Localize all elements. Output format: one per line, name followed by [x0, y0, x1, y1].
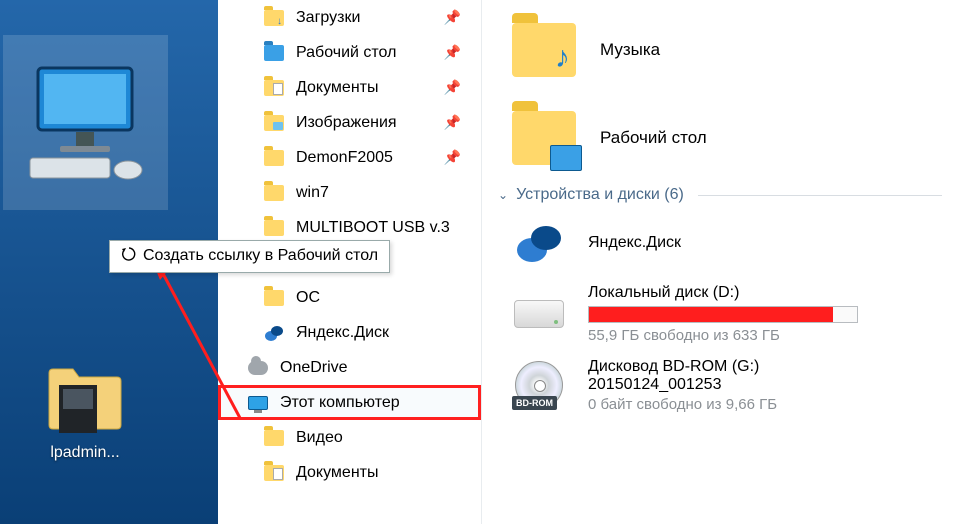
monitor-icon — [3, 35, 168, 210]
section-header-devices[interactable]: ⌄ Устройства и диски (6) — [498, 186, 942, 204]
folder-tile-music[interactable]: Музыка — [512, 10, 942, 90]
sidebar-item-label: ОС — [296, 289, 320, 307]
folder-label: Музыка — [600, 40, 660, 60]
sidebar-item-this-pc[interactable]: Этот компьютер — [218, 385, 481, 420]
folder-icon — [264, 463, 284, 483]
sidebar-item-0[interactable]: Загрузки 📌 — [218, 0, 481, 35]
sidebar-item-label: win7 — [296, 184, 329, 202]
desktop-icon-this-pc[interactable] — [0, 35, 170, 210]
device-free-text: 0 байт свободно из 9,66 ГБ — [588, 396, 942, 413]
sidebar-item-3[interactable]: Изображения 📌 — [218, 105, 481, 140]
folder-desktop-icon — [264, 43, 284, 63]
sidebar-item-label: Видео — [296, 429, 343, 447]
link-arrow-icon — [121, 246, 137, 267]
yandex-disk-icon — [264, 323, 284, 343]
sidebar-item-label: Документы — [296, 79, 378, 97]
device-disc[interactable]: BD-ROM Дисковод BD-ROM (G:)20150124_00125… — [512, 356, 942, 414]
disc-icon: BD-ROM — [512, 361, 566, 409]
drag-tooltip: Создать ссылку в Рабочий стол — [109, 240, 390, 273]
folder-docs-icon — [264, 78, 284, 98]
explorer-content: Музыка Рабочий стол ⌄ Устройства и диски … — [482, 0, 962, 524]
device-title: Дисковод BD-ROM (G:) — [588, 358, 942, 376]
device-yandex[interactable]: Яндекс.Диск — [512, 214, 942, 272]
sidebar-item-label: Документы — [296, 464, 378, 482]
divider — [698, 195, 942, 196]
yandex-disk-icon — [512, 219, 566, 267]
sidebar-item-9[interactable]: Яндекс.Диск — [218, 315, 481, 350]
sidebar-item-label: DemonF2005 — [296, 149, 393, 167]
monitor-icon — [248, 393, 268, 413]
pin-icon: 📌 — [444, 79, 461, 96]
desktop-icon-folder[interactable]: lpadmin... — [0, 360, 170, 462]
storage-bar — [588, 306, 858, 323]
pin-icon: 📌 — [444, 149, 461, 166]
bdrom-badge: BD-ROM — [512, 396, 557, 410]
sidebar-item-5[interactable]: win7 — [218, 175, 481, 210]
drive-icon — [512, 290, 566, 338]
pin-icon: 📌 — [444, 9, 461, 26]
pin-icon: 📌 — [444, 114, 461, 131]
device-drive[interactable]: Локальный диск (D:) 55,9 ГБ свободно из 6… — [512, 284, 942, 344]
folder-icon — [40, 360, 130, 440]
sidebar-item-4[interactable]: DemonF2005 📌 — [218, 140, 481, 175]
folder-icon — [264, 148, 284, 168]
sidebar-item-label: Яндекс.Диск — [296, 324, 389, 342]
folder-icon — [264, 183, 284, 203]
folder-icon — [512, 111, 576, 165]
folder-icon — [264, 428, 284, 448]
folder-tile-desktop[interactable]: Рабочий стол — [512, 98, 942, 178]
folder-label: Рабочий стол — [600, 128, 707, 148]
cloud-icon — [248, 358, 268, 378]
device-title: Яндекс.Диск — [588, 234, 942, 252]
pin-icon: 📌 — [444, 44, 461, 61]
chevron-down-icon: ⌄ — [498, 188, 508, 202]
sidebar-item-onedrive[interactable]: OneDrive — [218, 350, 481, 385]
sidebar-item-label: Изображения — [296, 114, 397, 132]
sidebar-item-label: Рабочий стол — [296, 44, 396, 62]
sidebar-item-documents[interactable]: Документы — [218, 455, 481, 490]
device-free-text: 55,9 ГБ свободно из 633 ГБ — [588, 327, 942, 344]
tooltip-text: Создать ссылку в Рабочий стол — [143, 247, 378, 264]
folder-icon — [264, 288, 284, 308]
sidebar-item-1[interactable]: Рабочий стол 📌 — [218, 35, 481, 70]
folder-pics-icon — [264, 113, 284, 133]
sidebar-item-label: Загрузки — [296, 9, 360, 27]
sidebar-item-label: MULTIBOOT USB v.3 — [296, 219, 450, 237]
device-subtitle: 20150124_001253 — [588, 376, 942, 394]
section-title: Устройства и диски (6) — [516, 186, 684, 204]
folder-downloads-icon — [264, 8, 284, 28]
folder-icon — [512, 23, 576, 77]
sidebar-item-label: OneDrive — [280, 359, 348, 377]
sidebar-item-label: Этот компьютер — [280, 394, 400, 412]
sidebar-item-video[interactable]: Видео — [218, 420, 481, 455]
desktop-icon-label: lpadmin... — [0, 444, 170, 462]
sidebar-item-8[interactable]: ОС — [218, 280, 481, 315]
sidebar-item-2[interactable]: Документы 📌 — [218, 70, 481, 105]
device-title: Локальный диск (D:) — [588, 284, 942, 302]
folder-icon — [264, 218, 284, 238]
